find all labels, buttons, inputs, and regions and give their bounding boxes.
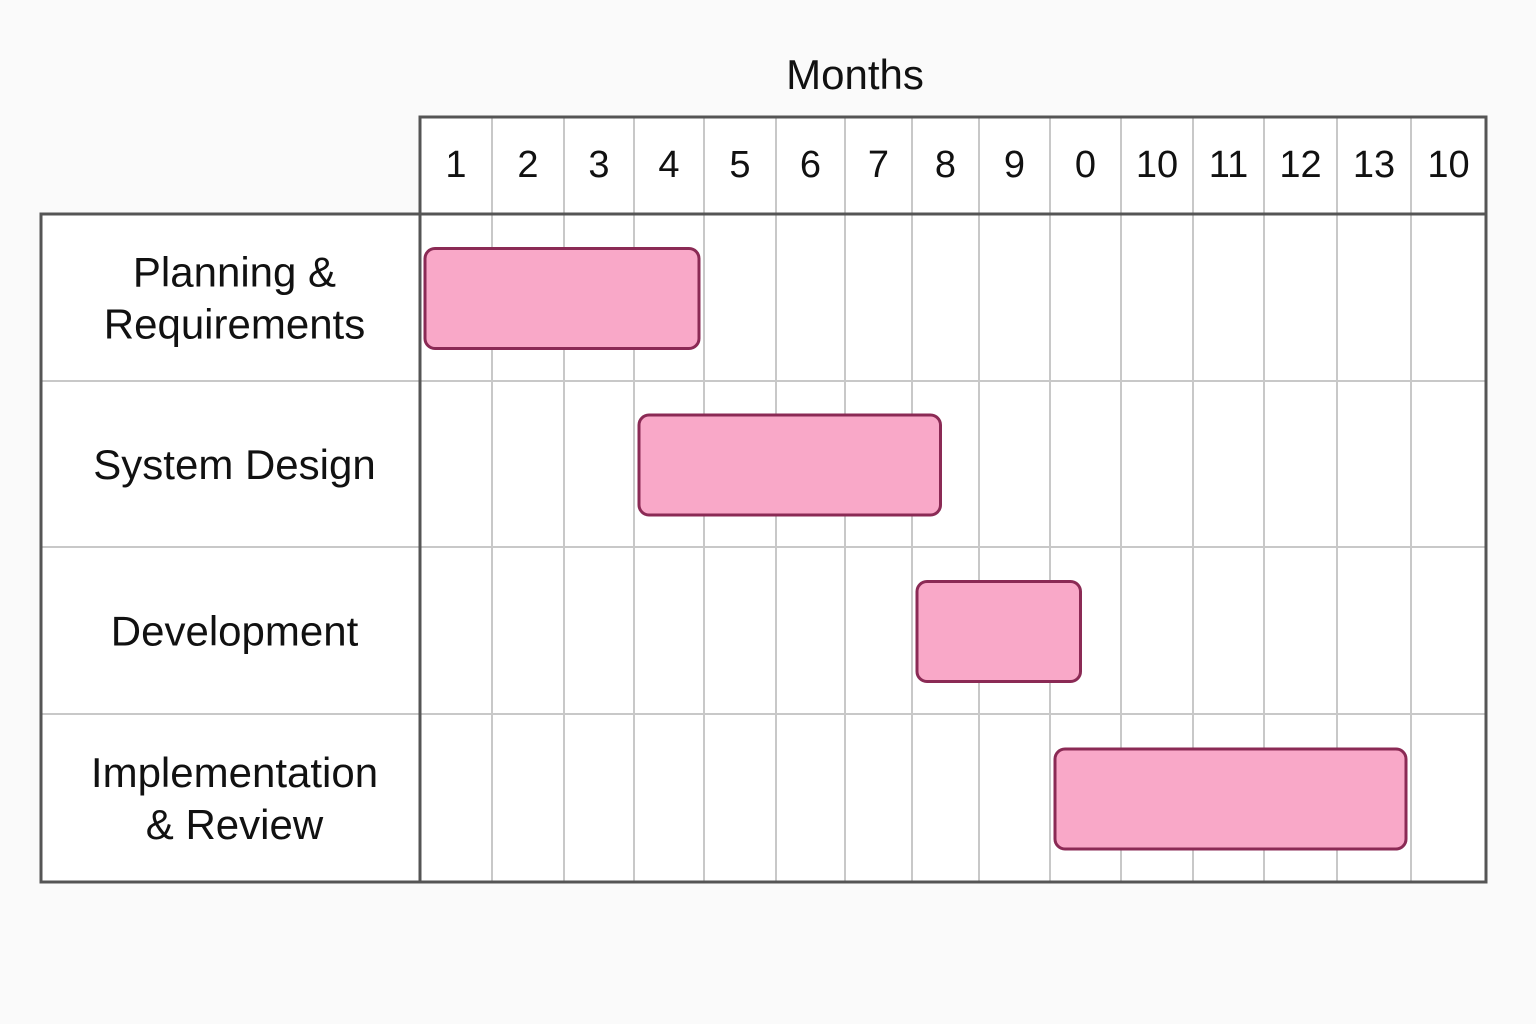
task-label: Requirements (104, 301, 365, 348)
month-tick-label: 12 (1279, 144, 1321, 186)
task-label: Planning & (133, 249, 336, 296)
month-tick-label: 4 (658, 144, 679, 186)
month-tick-label: 8 (935, 144, 956, 186)
task-label: Implementation (91, 749, 378, 796)
task-bar (915, 580, 1082, 683)
month-tick-label: 1 (445, 144, 466, 186)
month-tick-label: 2 (517, 144, 538, 186)
month-tick-label: 0 (1075, 144, 1096, 186)
month-tick-label: 10 (1427, 144, 1469, 186)
gantt-chart: Months 1 2 3 4 5 6 7 8 9 0 10 11 12 13 10Planning &Req… (39, 51, 1488, 884)
task-label: Development (111, 608, 359, 655)
x-axis-title: Months (786, 51, 924, 98)
month-tick-label: 3 (588, 144, 609, 186)
month-tick-label: 10 (1136, 144, 1178, 186)
task-bar (1053, 747, 1408, 851)
task-label: System Design (93, 441, 375, 488)
task-bar (637, 413, 942, 517)
task-bar (423, 247, 701, 350)
month-tick-label: 7 (868, 144, 889, 186)
month-tick-label: 5 (729, 144, 750, 186)
month-tick-label: 6 (800, 144, 821, 186)
month-tick-label: 13 (1353, 144, 1395, 186)
month-tick-label: 11 (1209, 144, 1248, 186)
task-label: & Review (146, 801, 324, 848)
month-tick-label: 9 (1004, 144, 1025, 186)
